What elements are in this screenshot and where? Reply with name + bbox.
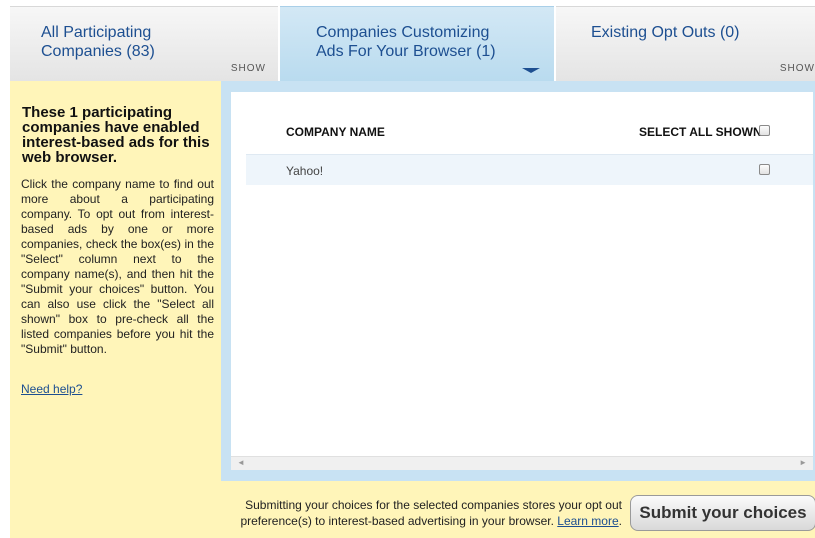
submit-choices-button[interactable]: Submit your choices	[630, 495, 815, 531]
tab-title: Existing Opt Outs (0)	[591, 24, 740, 41]
need-help-link[interactable]: Need help?	[21, 382, 82, 396]
tab-existing-opt-outs[interactable]: Existing Opt Outs (0) SHOW	[556, 6, 815, 81]
tab-title-line: Companies Customizing	[316, 24, 490, 41]
sidebar-heading: These 1 participating companies have ena…	[22, 104, 210, 166]
tab-companies-customizing[interactable]: Companies Customizing Ads For Your Brows…	[280, 6, 554, 81]
scroll-right-icon[interactable]: ►	[799, 458, 807, 467]
show-toggle[interactable]: SHOW	[231, 63, 266, 74]
select-all-checkbox[interactable]	[759, 125, 770, 136]
column-header-company-name: COMPANY NAME	[286, 125, 385, 139]
note-period: .	[618, 514, 622, 528]
company-select-checkbox[interactable]	[759, 164, 770, 175]
tab-title-line: Ads For Your Browser (1)	[316, 43, 496, 60]
info-sidebar: These 1 participating companies have ena…	[10, 81, 231, 481]
show-toggle[interactable]: SHOW	[780, 63, 815, 74]
submit-note: Submitting your choices for the selected…	[224, 497, 622, 529]
table-row: Yahoo!	[246, 154, 813, 185]
tab-title: Companies Customizing Ads For Your Brows…	[316, 23, 496, 61]
scroll-left-icon[interactable]: ◄	[237, 458, 245, 467]
horizontal-scrollbar[interactable]: ◄ ►	[231, 456, 813, 470]
note-line: preference(s) to interest-based advertis…	[224, 513, 622, 529]
note-line: Submitting your choices for the selected…	[245, 498, 622, 512]
sidebar-description: Click the company name to find out more …	[21, 177, 214, 356]
tab-title: All Participating Companies (83)	[41, 23, 155, 61]
caret-down-icon	[522, 68, 540, 73]
company-name-link[interactable]: Yahoo!	[286, 164, 323, 178]
learn-more-link[interactable]: Learn more	[557, 514, 618, 528]
footer-bar: Submitting your choices for the selected…	[10, 481, 815, 538]
company-list-panel: COMPANY NAME SELECT ALL SHOWN Yahoo! ◄ ►	[221, 81, 815, 481]
note-text: preference(s) to interest-based advertis…	[240, 514, 554, 528]
company-table: COMPANY NAME SELECT ALL SHOWN Yahoo! ◄ ►	[231, 92, 813, 470]
tab-title-line: Companies (83)	[41, 43, 155, 60]
select-all-label: SELECT ALL SHOWN	[639, 125, 762, 139]
tab-all-participating[interactable]: All Participating Companies (83) SHOW	[10, 6, 278, 81]
tab-title-line: All Participating	[41, 24, 152, 41]
